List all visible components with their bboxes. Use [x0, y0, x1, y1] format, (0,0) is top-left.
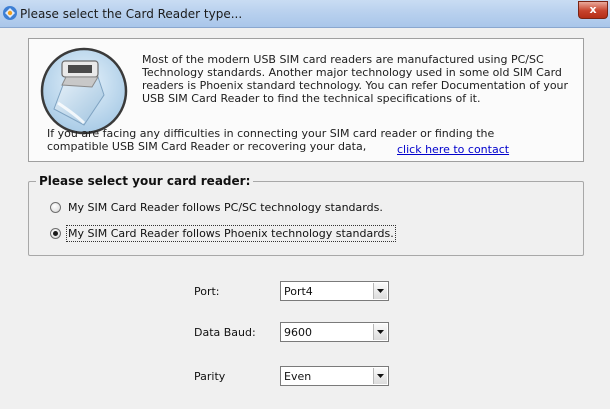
baud-select[interactable]: 9600 — [280, 322, 389, 342]
radio-pcsc[interactable]: My SIM Card Reader follows PC/SC technol… — [50, 199, 384, 215]
close-button[interactable]: x — [578, 1, 608, 19]
port-value: Port4 — [284, 285, 313, 298]
usb-card-reader-icon — [40, 47, 128, 135]
baud-label: Data Baud: — [194, 326, 256, 339]
parity-label: Parity — [194, 370, 226, 383]
chevron-down-icon — [377, 330, 384, 334]
port-select[interactable]: Port4 — [280, 281, 389, 301]
info-panel: Most of the modern USB SIM card readers … — [28, 38, 584, 162]
title-bar[interactable]: Please select the Card Reader type... x — [0, 0, 610, 28]
parity-value: Even — [284, 370, 312, 383]
app-icon — [3, 6, 17, 20]
radio-pcsc-label[interactable]: My SIM Card Reader follows PC/SC technol… — [67, 200, 384, 215]
parity-dropdown-button[interactable] — [373, 368, 387, 384]
window-title: Please select the Card Reader type... — [20, 7, 243, 21]
chevron-down-icon — [377, 374, 384, 378]
radio-button[interactable] — [50, 227, 61, 239]
radio-button[interactable] — [50, 201, 61, 213]
chevron-down-icon — [377, 289, 384, 293]
baud-dropdown-button[interactable] — [373, 324, 387, 340]
card-reader-group — [28, 181, 584, 256]
port-label: Port: — [194, 285, 220, 298]
radio-phoenix[interactable]: My SIM Card Reader follows Phoenix techn… — [50, 224, 396, 242]
port-dropdown-button[interactable] — [373, 283, 387, 299]
baud-value: 9600 — [284, 326, 312, 339]
parity-select[interactable]: Even — [280, 366, 389, 386]
radio-phoenix-label[interactable]: My SIM Card Reader follows Phoenix techn… — [66, 224, 396, 242]
card-reader-group-title: Please select your card reader: — [36, 174, 254, 188]
close-icon: x — [589, 3, 597, 16]
contact-link[interactable]: click here to contact — [397, 143, 509, 156]
info-paragraph: Most of the modern USB SIM card readers … — [142, 53, 569, 105]
